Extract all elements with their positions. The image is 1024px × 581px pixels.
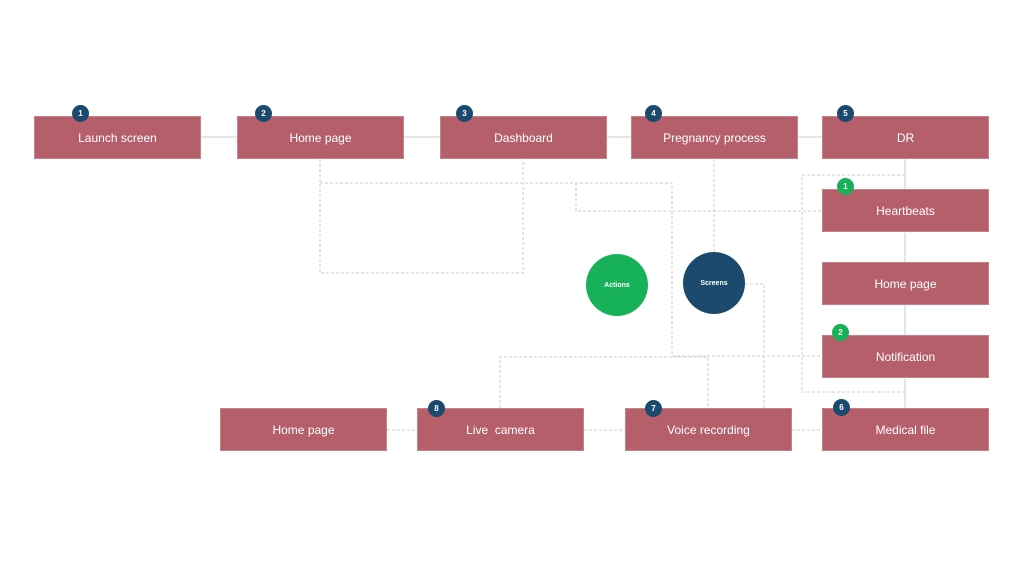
node-home-page-2[interactable]: Home page <box>822 262 989 305</box>
node-home-page[interactable]: Home page <box>237 116 404 159</box>
node-label: Voice recording <box>667 422 750 437</box>
node-heartbeats[interactable]: Heartbeats <box>822 189 989 232</box>
legend-screens-label: Screens <box>700 279 728 287</box>
connector-home-notification-dashed <box>320 182 822 357</box>
node-home-page-3[interactable]: Home page <box>220 408 387 451</box>
screen-badge: 3 <box>456 105 473 122</box>
node-label: Live camera <box>466 422 535 437</box>
screen-badge: 2 <box>255 105 272 122</box>
node-dashboard[interactable]: Dashboard <box>440 116 607 159</box>
screen-badge: 6 <box>833 399 850 416</box>
node-label: Home page <box>289 130 352 145</box>
node-pregnancy-process[interactable]: Pregnancy process <box>631 116 798 159</box>
screen-badge: 7 <box>645 400 662 417</box>
node-label: Notification <box>875 349 936 364</box>
connector-live-voice <box>499 356 709 408</box>
screen-badge: 1 <box>72 105 89 122</box>
screen-badge: 8 <box>428 400 445 417</box>
screen-badge: 5 <box>837 105 854 122</box>
node-label: Dashboard <box>494 130 553 145</box>
node-label: Pregnancy process <box>663 130 766 145</box>
node-label: Medical file <box>875 422 936 437</box>
legend-actions-label: Actions <box>604 281 630 289</box>
node-dr[interactable]: DR <box>822 116 989 159</box>
node-label: Launch screen <box>78 130 157 145</box>
node-launch-screen[interactable]: Launch screen <box>34 116 201 159</box>
node-label: Home page <box>874 276 937 291</box>
node-medical-file[interactable]: Medical file <box>822 408 989 451</box>
node-notification[interactable]: Notification <box>822 335 989 378</box>
action-badge: 2 <box>832 324 849 341</box>
action-badge: 1 <box>837 178 854 195</box>
node-label: DR <box>896 130 915 145</box>
legend-actions: Actions <box>586 254 648 316</box>
connector-home-heartbeats-dashed <box>575 183 822 212</box>
node-label: Heartbeats <box>876 203 935 218</box>
connector-screens-voice <box>745 283 765 408</box>
screen-badge: 4 <box>645 105 662 122</box>
connector-dashboard-home-loop <box>319 159 524 274</box>
legend-screens: Screens <box>683 252 745 314</box>
node-label: Home page <box>272 422 335 437</box>
